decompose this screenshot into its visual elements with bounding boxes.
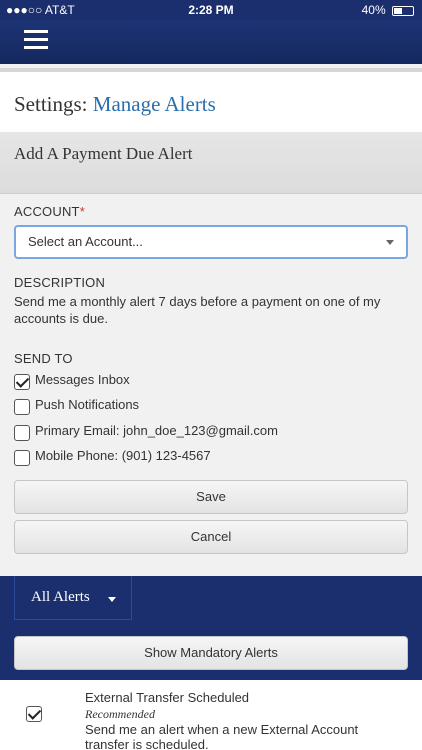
page-title-prefix: Settings: [14, 92, 88, 116]
checkbox-icon[interactable] [14, 399, 30, 415]
cancel-button[interactable]: Cancel [14, 520, 408, 554]
hamburger-menu-icon[interactable] [24, 30, 48, 54]
battery-indicator: 40% [362, 3, 414, 17]
alerts-panel: All Alerts Show Mandatory Alerts [0, 576, 422, 680]
chevron-down-icon [108, 597, 116, 602]
alert-tag: Recommended [85, 707, 155, 721]
account-select-value: Select an Account... [28, 234, 143, 249]
clock: 2:28 PM [188, 3, 234, 17]
description-text: Send me a monthly alert 7 days before a … [14, 294, 381, 326]
alert-list-item: External Transfer Scheduled Recommended … [0, 680, 422, 750]
account-label: ACCOUNT* [14, 204, 85, 219]
checkbox-checked-icon[interactable] [26, 706, 42, 722]
account-select[interactable]: Select an Account... [14, 225, 408, 259]
description-label: DESCRIPTION [14, 275, 106, 290]
all-alerts-label: All Alerts [31, 589, 90, 605]
battery-percent: 40% [361, 3, 386, 17]
save-button[interactable]: Save [14, 480, 408, 514]
battery-icon [392, 5, 414, 16]
checkbox-icon[interactable] [14, 450, 30, 466]
manage-alerts-link[interactable]: Manage Alerts [93, 92, 216, 116]
show-mandatory-alerts-button[interactable]: Show Mandatory Alerts [14, 636, 408, 670]
page-header: Settings: Manage Alerts [0, 68, 422, 132]
status-bar: ●●●○○ AT&T 2:28 PM 40% [0, 0, 422, 20]
chevron-down-icon [386, 240, 394, 245]
required-marker: * [79, 204, 85, 219]
checkbox-checked-icon[interactable] [14, 374, 30, 390]
alert-description: Send me an alert when a new External Acc… [85, 722, 359, 750]
section-title: Add A Payment Due Alert [14, 144, 193, 163]
top-navbar [0, 20, 422, 64]
alert-name: External Transfer Scheduled [85, 690, 250, 705]
checkbox-icon[interactable] [14, 425, 30, 441]
all-alerts-dropdown[interactable]: All Alerts [14, 576, 132, 620]
send-to-label: SEND TO [14, 351, 73, 366]
page-title: Settings: Manage Alerts [14, 92, 216, 117]
section-header: Add A Payment Due Alert [0, 132, 422, 194]
